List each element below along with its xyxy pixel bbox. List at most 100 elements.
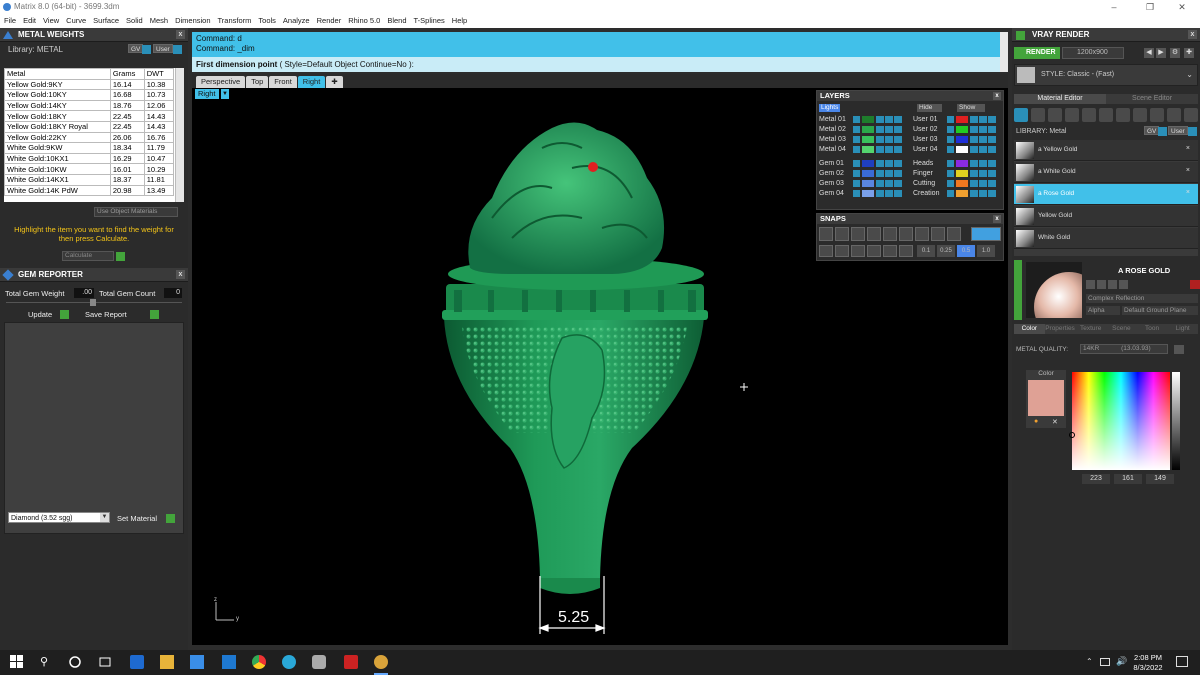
- tab-right[interactable]: Right: [297, 76, 326, 88]
- edge-icon[interactable]: [130, 655, 144, 669]
- snap-increment-button[interactable]: 0.1: [917, 245, 935, 257]
- snap-increment-button[interactable]: 0.5: [957, 245, 975, 257]
- visibility-icon[interactable]: [885, 126, 893, 133]
- material-item[interactable]: a Rose Gold ×: [1014, 184, 1198, 205]
- layer-color-swatch[interactable]: [862, 160, 874, 167]
- visibility-icon[interactable]: [979, 126, 987, 133]
- layer-color-swatch[interactable]: [956, 116, 968, 123]
- snap-tool-icon[interactable]: [899, 227, 913, 241]
- layer-options-icon[interactable]: [894, 136, 902, 143]
- set-current-icon[interactable]: [853, 190, 860, 197]
- visibility-icon[interactable]: [979, 190, 987, 197]
- menu-item-surface[interactable]: Surface: [93, 14, 119, 28]
- layer-options-icon[interactable]: [988, 126, 996, 133]
- layer-row[interactable]: Metal 04: [819, 145, 911, 154]
- diamond-icon[interactable]: [1031, 108, 1045, 122]
- update-go-icon[interactable]: [60, 310, 69, 319]
- square-icon[interactable]: [1065, 108, 1079, 122]
- lock-icon[interactable]: [876, 160, 884, 167]
- tool-icon[interactable]: [1086, 280, 1095, 289]
- layer-row[interactable]: Metal 03: [819, 135, 911, 144]
- volume-icon[interactable]: 🔊: [1116, 656, 1127, 667]
- snap-increment-button[interactable]: 1.0: [977, 245, 995, 257]
- visibility-icon[interactable]: [885, 190, 893, 197]
- minimize-button[interactable]: –: [1100, 0, 1128, 14]
- tab-top[interactable]: Top: [246, 76, 269, 88]
- layer-row[interactable]: Heads: [913, 159, 1005, 168]
- menu-item-render[interactable]: Render: [317, 14, 342, 28]
- clear-color-icon[interactable]: ✕: [1052, 418, 1058, 426]
- table-row[interactable]: White Gold:9KW 18.34 11.79: [4, 142, 175, 154]
- red-value[interactable]: 223: [1082, 474, 1110, 484]
- start-icon[interactable]: [10, 655, 24, 669]
- command-area[interactable]: Command: d Command: _dim First dimension…: [192, 32, 1008, 72]
- close-button[interactable]: ✕: [1168, 0, 1196, 14]
- calculate-button[interactable]: Calculate: [62, 251, 114, 261]
- layer-row[interactable]: Creation: [913, 189, 1005, 198]
- remove-material-icon[interactable]: ×: [1186, 145, 1190, 152]
- user-toggle[interactable]: [173, 45, 182, 54]
- layer-options-icon[interactable]: [988, 116, 996, 123]
- layer-color-swatch[interactable]: [862, 126, 874, 133]
- tab-toon[interactable]: Toon: [1137, 324, 1168, 334]
- snap-mode-icon[interactable]: [899, 245, 913, 257]
- prev-icon[interactable]: ◀: [1144, 48, 1154, 58]
- table-row[interactable]: Yellow Gold:10KY 16.68 10.73: [4, 89, 175, 101]
- layer-options-icon[interactable]: [894, 170, 902, 177]
- set-current-icon[interactable]: [947, 190, 954, 197]
- render-settings-icon[interactable]: ⚙: [1170, 48, 1180, 58]
- layer-row[interactable]: Metal 01: [819, 115, 911, 124]
- hide-button[interactable]: Hide: [917, 104, 943, 112]
- vray-user-toggle[interactable]: [1188, 127, 1197, 136]
- user-library-button[interactable]: User: [153, 44, 173, 53]
- lock-icon[interactable]: [876, 170, 884, 177]
- color-swatch[interactable]: [1028, 380, 1064, 416]
- menu-item-analyze[interactable]: Analyze: [283, 14, 310, 28]
- snap-increment-button[interactable]: 0.25: [937, 245, 955, 257]
- lock-icon[interactable]: [876, 180, 884, 187]
- tab-scene[interactable]: Scene: [1106, 324, 1137, 334]
- layer-options-icon[interactable]: [988, 160, 996, 167]
- table-row[interactable]: Yellow Gold:18KY Royal 22.45 14.43: [4, 120, 175, 133]
- tab-material-editor[interactable]: Material Editor: [1014, 94, 1106, 104]
- set-current-icon[interactable]: [947, 116, 954, 123]
- tray-chevron-icon[interactable]: ⌃: [1086, 657, 1093, 666]
- visibility-icon[interactable]: [885, 170, 893, 177]
- gem-material-select[interactable]: Diamond (3.52 sgg): [8, 512, 110, 523]
- tab-light[interactable]: Light: [1167, 324, 1198, 334]
- close-icon[interactable]: x: [993, 215, 1001, 223]
- network-icon[interactable]: [1100, 658, 1110, 666]
- lock-icon[interactable]: [876, 126, 884, 133]
- column-grams[interactable]: Grams: [109, 68, 145, 80]
- lock-icon[interactable]: [876, 190, 884, 197]
- layer-color-swatch[interactable]: [956, 170, 968, 177]
- task-view-icon[interactable]: [98, 655, 112, 669]
- table-row[interactable]: Yellow Gold:18KY 22.45 14.43: [4, 110, 175, 122]
- grid-icon[interactable]: [1099, 108, 1113, 122]
- layer-options-icon[interactable]: [894, 160, 902, 167]
- snap-tool-icon[interactable]: [851, 227, 865, 241]
- vray-user-button[interactable]: User: [1168, 126, 1188, 135]
- reflection-dropdown[interactable]: Complex Reflection: [1086, 294, 1198, 303]
- material-list[interactable]: a Yellow Gold × a White Gold × a Rose Gold × Y…: [1014, 140, 1198, 256]
- layer-row[interactable]: Finger: [913, 169, 1005, 178]
- tab-front[interactable]: Front: [269, 76, 297, 88]
- menu-item-dimension[interactable]: Dimension: [175, 14, 210, 28]
- mail-icon[interactable]: [222, 655, 236, 669]
- snap-tool-icon[interactable]: [931, 227, 945, 241]
- chevron-down-icon[interactable]: ▼: [100, 513, 109, 522]
- matrix-app-icon[interactable]: [374, 655, 388, 669]
- material-item[interactable]: White Gold: [1014, 228, 1198, 249]
- layer-color-swatch[interactable]: [862, 190, 874, 197]
- lock-icon[interactable]: [970, 190, 978, 197]
- tool-icon[interactable]: [1119, 280, 1128, 289]
- layer-color-swatch[interactable]: [862, 180, 874, 187]
- remove-material-icon[interactable]: ×: [1186, 189, 1190, 196]
- lock-icon[interactable]: [970, 116, 978, 123]
- app-icon-blue[interactable]: [282, 655, 296, 669]
- set-current-icon[interactable]: [853, 116, 860, 123]
- set-current-icon[interactable]: [853, 170, 860, 177]
- visibility-icon[interactable]: [979, 180, 987, 187]
- save-report-go-icon[interactable]: [150, 310, 159, 319]
- lock-icon[interactable]: [876, 146, 884, 153]
